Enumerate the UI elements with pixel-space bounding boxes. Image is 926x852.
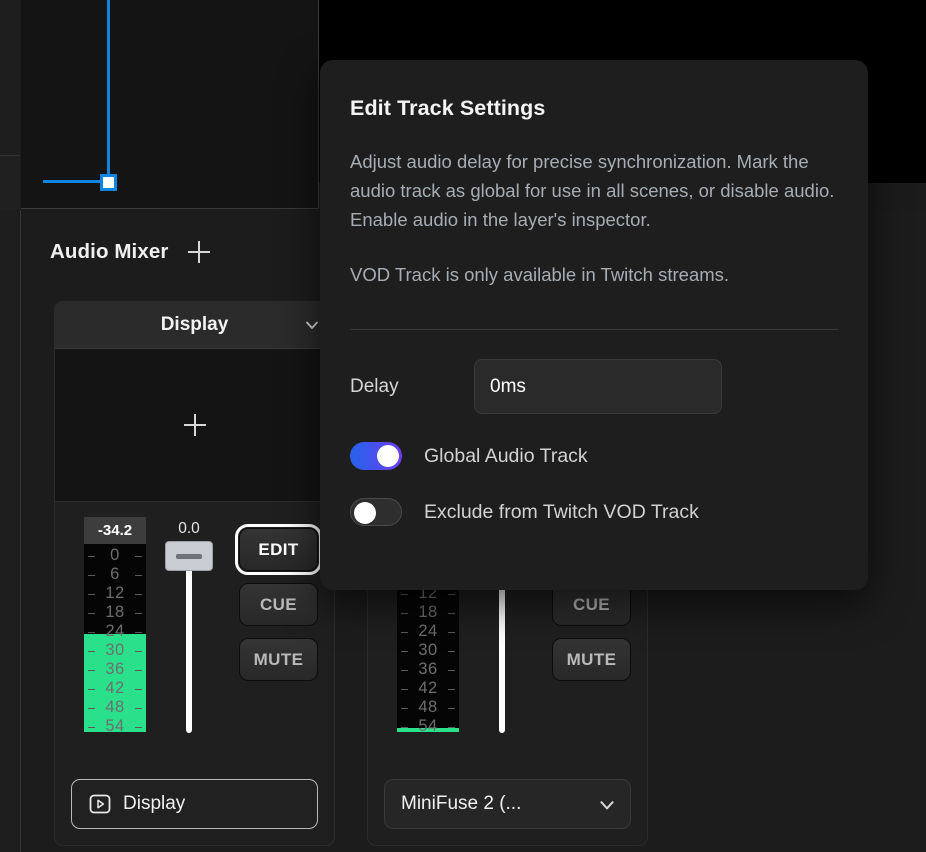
app-root: Audio Mixer Display bbox=[0, 0, 926, 852]
vu-tick: 36 bbox=[84, 660, 146, 679]
page-title: Audio Mixer bbox=[50, 240, 168, 264]
mute-button[interactable]: MUTE bbox=[239, 638, 318, 681]
delay-field-row: Delay bbox=[350, 359, 838, 414]
vu-meter-bar: 0 6 12 18 24 30 36 42 48 54 bbox=[84, 544, 146, 732]
exclude-vod-track-label: Exclude from Twitch VOD Track bbox=[424, 501, 699, 524]
audio-mixer-header: Audio Mixer bbox=[50, 239, 212, 265]
cue-button[interactable]: CUE bbox=[239, 583, 318, 626]
add-audio-track-button[interactable] bbox=[186, 239, 212, 265]
vu-meter-scale: 0 6 12 18 24 30 36 42 48 54 bbox=[84, 544, 146, 732]
chevron-down-icon[interactable] bbox=[598, 796, 614, 812]
strip-footer-display: Display bbox=[55, 763, 334, 845]
fader-track[interactable] bbox=[161, 541, 217, 733]
vu-tick: 42 bbox=[397, 679, 459, 698]
left-rail-bottom bbox=[0, 210, 21, 852]
fader-knob[interactable] bbox=[165, 541, 213, 571]
strip-buttons-display: EDIT CUE MUTE bbox=[239, 528, 318, 681]
mixer-strip-display: Display -34.2 bbox=[54, 301, 335, 846]
divider bbox=[350, 329, 838, 330]
mute-button[interactable]: MUTE bbox=[552, 638, 631, 681]
global-audio-track-label: Global Audio Track bbox=[424, 445, 588, 468]
strip-header-display[interactable]: Display bbox=[55, 302, 334, 349]
resize-handle-icon[interactable] bbox=[100, 174, 117, 191]
dialog-title: Edit Track Settings bbox=[350, 96, 838, 121]
display-icon bbox=[88, 792, 112, 816]
strip-footer-minifuse: MiniFuse 2 (... bbox=[368, 763, 647, 845]
exclude-vod-track-toggle[interactable] bbox=[350, 498, 402, 526]
vu-tick: 54 bbox=[397, 717, 459, 732]
vu-tick: 48 bbox=[397, 698, 459, 717]
chevron-down-icon[interactable] bbox=[304, 317, 320, 333]
vu-tick: 30 bbox=[397, 641, 459, 660]
left-rail-top bbox=[0, 0, 20, 156]
vu-tick: 18 bbox=[397, 603, 459, 622]
audio-device-label: MiniFuse 2 (... bbox=[401, 793, 521, 815]
fader-value-label: 0.0 bbox=[178, 517, 200, 541]
vu-tick: 18 bbox=[84, 603, 146, 622]
toggle-knob bbox=[354, 502, 376, 524]
vu-meter-display: -34.2 0 6 12 18 24 30 36 bbox=[84, 517, 146, 732]
dialog-description-primary: Adjust audio delay for precise synchroni… bbox=[350, 147, 838, 234]
global-audio-track-toggle[interactable] bbox=[350, 442, 402, 470]
vu-tick: 30 bbox=[84, 641, 146, 660]
exclude-vod-track-row: Exclude from Twitch VOD Track bbox=[350, 498, 838, 526]
vu-tick: 54 bbox=[84, 717, 146, 732]
canvas-stage[interactable] bbox=[21, 0, 319, 209]
strip-meters-display: -34.2 0 6 12 18 24 30 36 bbox=[55, 502, 334, 767]
volume-fader-display[interactable]: 0.0 bbox=[158, 517, 220, 733]
edit-track-settings-dialog: Edit Track Settings Adjust audio delay f… bbox=[320, 60, 868, 590]
global-audio-track-row: Global Audio Track bbox=[350, 442, 838, 470]
vu-tick: 0 bbox=[84, 546, 146, 565]
source-display-label: Display bbox=[123, 793, 185, 815]
vu-readout-value: -34.2 bbox=[84, 517, 146, 544]
delay-label: Delay bbox=[350, 376, 474, 398]
vu-tick: 24 bbox=[84, 622, 146, 641]
audio-device-select[interactable]: MiniFuse 2 (... bbox=[384, 779, 631, 829]
fader-rail bbox=[186, 547, 192, 733]
vu-tick: 48 bbox=[84, 698, 146, 717]
vu-tick: 36 bbox=[397, 660, 459, 679]
selection-bounding-line-vertical bbox=[107, 0, 110, 180]
add-source-button[interactable] bbox=[182, 412, 208, 438]
toggle-knob bbox=[377, 445, 399, 467]
vu-tick: 6 bbox=[84, 565, 146, 584]
edit-button[interactable]: EDIT bbox=[239, 528, 318, 571]
strip-source-dropzone-display[interactable] bbox=[55, 349, 334, 502]
left-rail-top-lower bbox=[0, 156, 20, 210]
vu-tick: 42 bbox=[84, 679, 146, 698]
vu-tick: 12 bbox=[84, 584, 146, 603]
delay-input[interactable] bbox=[474, 359, 722, 414]
dialog-description-secondary: VOD Track is only available in Twitch st… bbox=[350, 260, 838, 289]
strip-header-label: Display bbox=[161, 314, 229, 336]
source-display-button[interactable]: Display bbox=[71, 779, 318, 829]
vu-tick: 24 bbox=[397, 622, 459, 641]
